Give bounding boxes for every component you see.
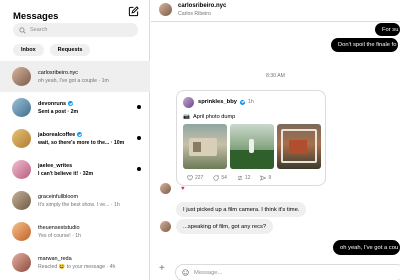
chat-pane: carlosribeiro.nyc Carlos Ribeiro For su … <box>151 0 400 280</box>
shares-count: 9 <box>268 175 272 181</box>
avatar <box>160 221 171 232</box>
avatar <box>12 253 31 272</box>
heart-reaction-icon[interactable]: ♥ <box>181 186 185 192</box>
conversation-preview: wait, so there's more to the... · 10m <box>38 139 125 146</box>
conversation-name: devonruns <box>38 100 67 107</box>
sidebar-title: Messages <box>13 11 59 22</box>
avatar <box>160 183 171 194</box>
search-field[interactable] <box>13 23 138 37</box>
post-username: sprinkles_bby <box>198 99 237 105</box>
verified-badge-icon <box>240 99 245 105</box>
time-separator: 8:30 AM <box>265 73 286 79</box>
tab-requests[interactable]: Requests <box>49 44 91 56</box>
avatar <box>12 98 31 117</box>
conversation-item[interactable]: graceinfullbloom It's simply the best sh… <box>0 185 150 216</box>
post-photo[interactable] <box>230 124 274 169</box>
message-composer: + <box>151 262 400 280</box>
reposts-count: 12 <box>244 175 251 181</box>
conversation-name: carlosribeiro.nyc <box>38 69 79 76</box>
outgoing-message[interactable]: For su <box>375 23 400 36</box>
message-input[interactable] <box>194 269 374 276</box>
conversation-item[interactable]: carlosribeiro.nyc oh yeah, I've got a co… <box>0 61 150 92</box>
chat-contact-fullname: Carlos Ribeiro <box>178 11 211 17</box>
avatar <box>183 97 194 108</box>
incoming-message[interactable]: I just picked up a film camera. I think … <box>176 202 307 217</box>
repost-icon <box>237 175 243 181</box>
post-photo[interactable] <box>183 124 227 169</box>
post-stats: 227 54 12 9 <box>187 175 271 181</box>
avatar <box>12 222 31 241</box>
conversation-list: carlosribeiro.nyc oh yeah, I've got a co… <box>0 61 150 278</box>
outgoing-message[interactable]: Don't spoil the finale fo <box>331 38 399 52</box>
sidebar-header: Messages <box>13 6 139 22</box>
conversation-name: theuenseststudio <box>38 224 80 231</box>
tab-inbox[interactable]: Inbox <box>13 44 44 56</box>
search-input[interactable] <box>30 27 130 33</box>
camera-emoji-icon: 📷 <box>183 114 190 120</box>
plus-icon[interactable]: + <box>159 264 165 274</box>
conversation-item[interactable]: jaborealcoffee wait, so there's more to … <box>0 123 150 154</box>
post-photo[interactable] <box>277 124 321 169</box>
verified-badge-icon <box>77 132 83 137</box>
conversation-preview: I can't believe it! · 32m <box>38 170 94 177</box>
avatar <box>12 191 31 210</box>
avatar <box>12 67 31 86</box>
message-field[interactable] <box>175 264 400 280</box>
unread-dot <box>137 167 141 171</box>
conversation-item[interactable]: jaelee_writes I can't believe it! · 32m <box>0 154 150 185</box>
conversation-name: jaborealcoffee <box>38 131 76 138</box>
conversation-preview: It's simply the best show. I ve... · 1h <box>38 201 120 208</box>
chat-contact-name[interactable]: carlosribeiro.nyc <box>178 3 226 9</box>
comment-icon <box>213 175 220 181</box>
chat-header: carlosribeiro.nyc Carlos Ribeiro <box>151 0 400 22</box>
emoji-icon[interactable] <box>182 269 189 276</box>
conversation-sidebar: Messages Inbox Requests carlosribeiro.ny… <box>0 0 150 280</box>
post-caption: April photo dump <box>192 114 236 120</box>
conversation-item[interactable]: devonruns Sent a post · 2m <box>0 92 150 123</box>
incoming-message[interactable]: ...speaking of film, got any recs? <box>176 219 274 234</box>
conversation-preview: Sent a post · 2m <box>38 108 79 115</box>
share-icon <box>260 175 267 181</box>
verified-badge-icon <box>68 101 74 106</box>
conversation-item[interactable]: marwan_reda Reacted 😆 to your message · … <box>0 247 150 278</box>
conversation-name: jaelee_writes <box>38 162 73 169</box>
shared-post-card[interactable]: sprinkles_bby 1h 📷 April photo dump 227 … <box>176 90 326 186</box>
conversation-preview: Reacted 😆 to your message · 4h <box>38 263 116 270</box>
compose-icon[interactable] <box>128 6 139 17</box>
conversation-preview: Yes of course! · 1h <box>38 232 82 239</box>
comments-count: 54 <box>221 175 227 181</box>
inbox-tabs: Inbox Requests <box>13 44 91 56</box>
unread-dot <box>137 105 141 109</box>
conversation-item[interactable]: theuenseststudio Yes of course! · 1h <box>0 216 150 247</box>
avatar <box>12 160 31 179</box>
unread-dot <box>137 136 141 140</box>
post-time: 1h <box>248 99 254 105</box>
avatar[interactable] <box>159 3 172 16</box>
search-icon <box>19 26 26 34</box>
avatar <box>12 129 31 148</box>
heart-icon <box>187 175 193 181</box>
conversation-name: marwan_reda <box>38 255 72 262</box>
conversation-name: graceinfullbloom <box>38 193 79 200</box>
conversation-preview: oh yeah, I've got a couple · 1m <box>38 77 109 84</box>
likes-count: 227 <box>195 175 204 181</box>
outgoing-message[interactable]: oh yeah, I've got a cou <box>333 240 400 255</box>
